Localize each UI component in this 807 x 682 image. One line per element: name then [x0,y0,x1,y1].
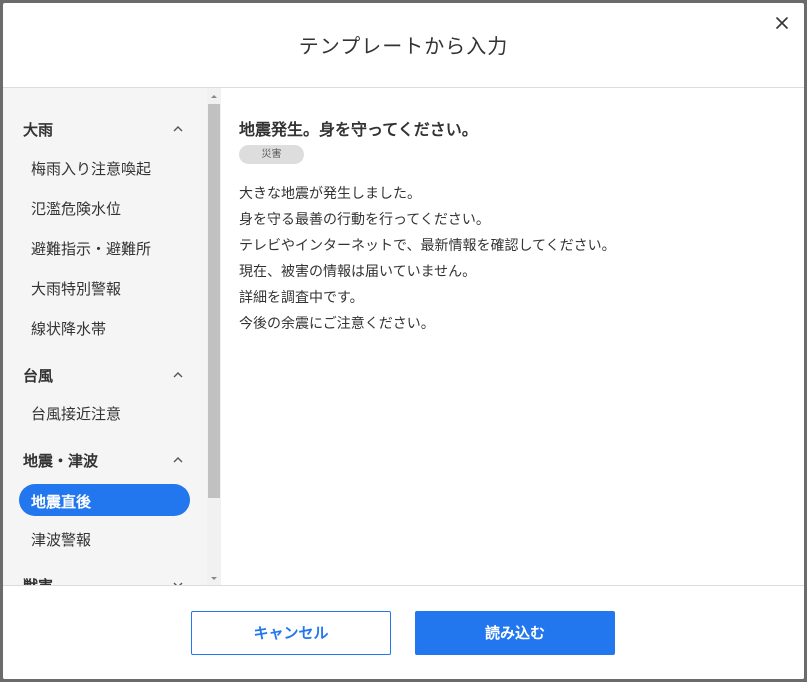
message-line: 詳細を調査中です。 [239,290,364,306]
close-icon [776,17,788,29]
template-sidebar: 大雨 梅雨入り注意喚起 氾濫危険水位 避難指示・避難所 大雨特別警報 線状降水帯… [3,88,221,585]
sidebar-item-heavy-rain-warning[interactable]: 大雨特別警報 [19,271,190,303]
scrollbar-thumb[interactable] [208,104,220,498]
template-title: 地震発生。身を守ってください。 [239,120,478,139]
modal-title: テンプレートから入力 [298,34,509,58]
load-button[interactable]: 読み込む [415,611,615,655]
sidebar-item-label: 梅雨入り注意喚起 [31,160,152,178]
category-tag: 災害 [239,145,304,164]
message-line: 今後の余震にご注意ください。 [239,316,435,332]
scroll-up-arrow-icon[interactable] [207,88,221,102]
sidebar-item-label: 線状降水帯 [31,320,107,338]
sidebar-item-tsunami-warning[interactable]: 津波警報 [19,522,190,554]
sidebar-item-label: 避難指示・避難所 [31,240,152,258]
message-line: 大きな地震が発生しました。 [239,186,421,202]
sidebar-item-rainband[interactable]: 線状降水帯 [19,311,190,343]
group-label: 獣害 [23,575,53,585]
message-line: 身を守る最善の行動を行ってください。 [239,212,490,228]
sidebar-item-label: 氾濫危険水位 [31,200,122,218]
message-line: テレビやインターネットで、最新情報を確認してください。 [239,238,616,254]
sidebar-item-flood-level[interactable]: 氾濫危険水位 [19,191,190,223]
chevron-up-icon [173,126,183,132]
template-message: 大きな地震が発生しました。 身を守る最善の行動を行ってください。 テレビやインタ… [239,181,616,337]
sidebar-item-after-earthquake[interactable]: 地震直後 [19,484,190,516]
group-header-typhoon[interactable]: 台風 [3,356,207,392]
sidebar-item-tsuyu-notice[interactable]: 梅雨入り注意喚起 [19,151,190,183]
close-button[interactable] [772,13,792,33]
sidebar-scrollbar[interactable] [207,88,221,585]
sidebar-item-evacuation[interactable]: 避難指示・避難所 [19,231,190,263]
sidebar-item-typhoon-approach[interactable]: 台風接近注意 [19,396,190,428]
message-line: 現在、被害の情報は届いていません。 [239,264,477,280]
group-header-heavy-rain[interactable]: 大雨 [3,110,207,146]
group-label: 大雨 [23,121,54,139]
chevron-up-icon [173,372,183,378]
modal-header: テンプレートから入力 [3,3,804,88]
group-header-animal-damage[interactable]: 獣害 [3,566,207,585]
template-preview: 地震発生。身を守ってください。 災害 大きな地震が発生しました。 身を守る最善の… [239,88,784,585]
sidebar-item-label: 津波警報 [31,531,92,549]
modal-footer: キャンセル 読み込む [3,585,804,679]
sidebar-item-label: 地震直後 [31,493,92,511]
scroll-down-arrow-icon[interactable] [207,571,221,585]
sidebar-item-label: 台風接近注意 [31,405,122,423]
sidebar-item-label: 大雨特別警報 [31,280,122,298]
group-label: 台風 [23,367,54,385]
group-header-earthquake[interactable]: 地震・津波 [3,441,207,477]
group-label: 地震・津波 [23,452,99,470]
chevron-down-icon [173,582,183,585]
template-modal: テンプレートから入力 大雨 梅雨入り注意喚起 氾濫危険水位 避難指示・避難所 大… [3,3,804,679]
modal-body: 大雨 梅雨入り注意喚起 氾濫危険水位 避難指示・避難所 大雨特別警報 線状降水帯… [3,88,804,585]
cancel-button[interactable]: キャンセル [191,611,391,655]
chevron-up-icon [173,457,183,463]
